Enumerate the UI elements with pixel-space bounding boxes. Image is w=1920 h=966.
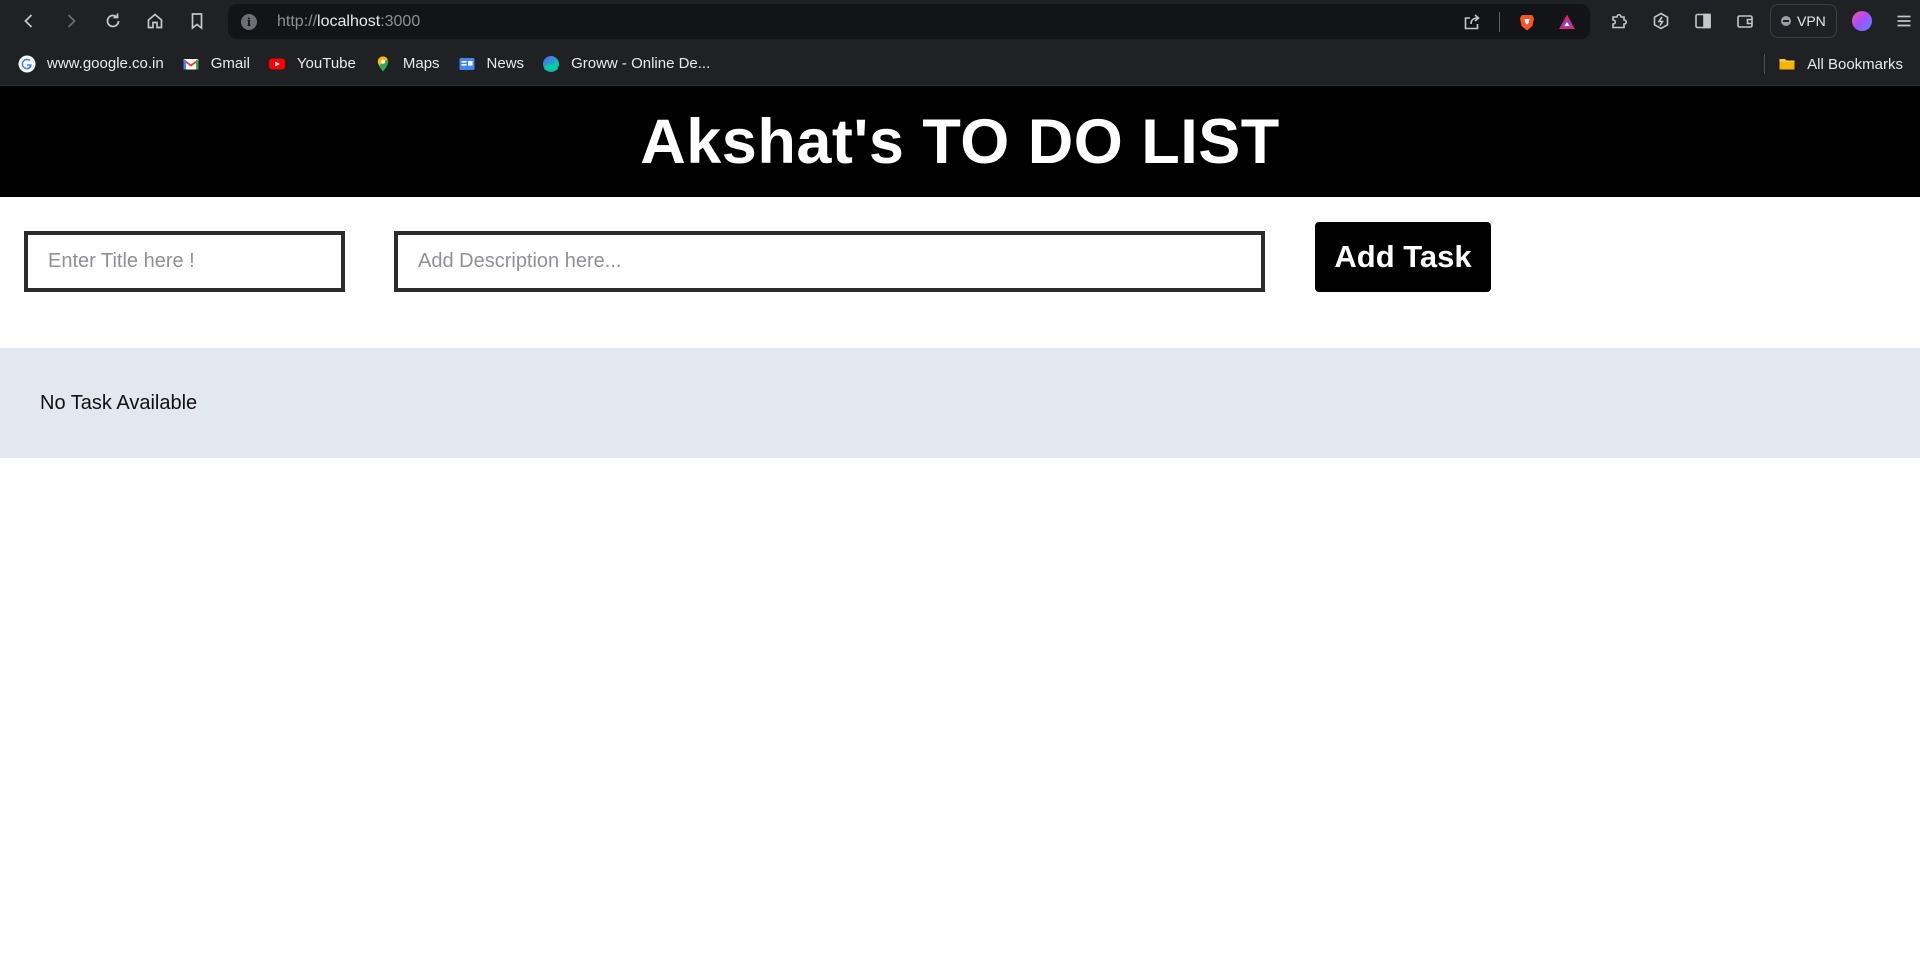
news-icon xyxy=(458,55,476,73)
bookmark-label: www.google.co.in xyxy=(47,55,164,72)
app-header: Akshat's TO DO LIST xyxy=(0,86,1920,197)
menu-icon[interactable] xyxy=(1887,4,1920,38)
bookmark-maps[interactable]: Maps xyxy=(365,49,449,79)
extensions-icon[interactable] xyxy=(1602,4,1636,38)
all-bookmarks-label: All Bookmarks xyxy=(1807,55,1903,73)
browser-toolbar: i http://localhost:3000 VPN xyxy=(0,0,1920,42)
bookmarks-divider xyxy=(1764,54,1765,74)
reload-icon[interactable] xyxy=(92,0,134,42)
empty-state-message: No Task Available xyxy=(40,391,198,414)
gmail-icon xyxy=(182,55,200,73)
title-input[interactable] xyxy=(24,231,345,292)
vpn-button[interactable]: VPN xyxy=(1770,4,1837,38)
profile-avatar[interactable] xyxy=(1845,4,1879,38)
bookmark-youtube[interactable]: YouTube xyxy=(259,49,365,79)
google-icon xyxy=(18,55,36,73)
page-title: Akshat's TO DO LIST xyxy=(640,106,1280,177)
separator xyxy=(1499,12,1500,32)
bookmark-groww[interactable]: Groww - Online De... xyxy=(533,49,719,79)
bookmark-gmail[interactable]: Gmail xyxy=(173,49,259,79)
url-text[interactable]: http://localhost:3000 xyxy=(277,13,420,31)
brave-rewards-icon[interactable] xyxy=(1554,9,1580,35)
folder-icon xyxy=(1778,55,1796,73)
task-list: No Task Available xyxy=(0,348,1920,458)
address-bar[interactable]: i http://localhost:3000 xyxy=(228,4,1590,39)
url-port: :3000 xyxy=(380,13,421,30)
bookmark-label: Maps xyxy=(402,55,440,72)
url-host: localhost xyxy=(317,13,381,30)
task-form: Add Task xyxy=(0,197,1920,348)
groww-icon xyxy=(542,55,560,73)
description-input[interactable] xyxy=(394,231,1265,292)
share-icon[interactable] xyxy=(1459,9,1485,35)
bookmark-news[interactable]: News xyxy=(449,49,534,79)
back-icon[interactable] xyxy=(8,0,50,42)
home-icon[interactable] xyxy=(134,0,176,42)
forward-icon[interactable] xyxy=(50,0,92,42)
youtube-icon xyxy=(268,55,286,73)
bookmark-label: YouTube xyxy=(296,55,356,72)
maps-icon xyxy=(374,55,392,73)
brave-shields-icon[interactable] xyxy=(1514,9,1540,35)
vpn-label: VPN xyxy=(1797,13,1826,29)
bookmark-label: Gmail xyxy=(210,55,250,72)
wallet-icon[interactable] xyxy=(1728,4,1762,38)
site-info-icon[interactable]: i xyxy=(241,14,257,30)
page: Akshat's TO DO LIST Add Task No Task Ava… xyxy=(0,86,1920,966)
add-task-button[interactable]: Add Task xyxy=(1315,222,1491,292)
sidebar-icon[interactable] xyxy=(1686,4,1720,38)
bookmark-label: Groww - Online De... xyxy=(571,55,711,72)
leo-ai-icon[interactable] xyxy=(1644,4,1678,38)
url-scheme: http:// xyxy=(277,13,318,30)
bookmark-label: News xyxy=(486,55,525,72)
bookmark-icon[interactable] xyxy=(176,0,218,42)
bookmarks-bar: www.google.co.in Gmail YouTube Maps News… xyxy=(0,42,1920,86)
bookmark-google[interactable]: www.google.co.in xyxy=(9,49,173,79)
vpn-status-icon xyxy=(1781,16,1791,26)
all-bookmarks[interactable]: All Bookmarks xyxy=(1769,49,1912,79)
